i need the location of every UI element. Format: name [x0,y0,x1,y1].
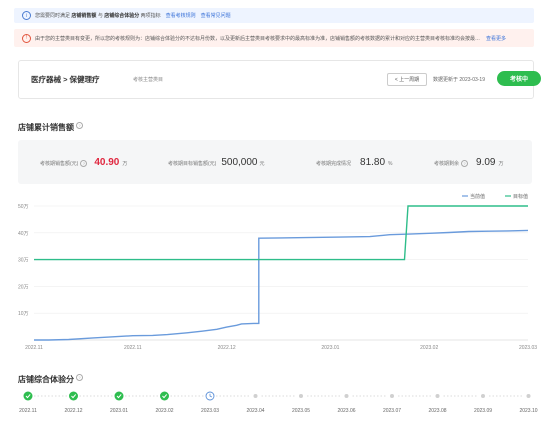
previous-period-button[interactable]: < 上一周期 [387,73,427,86]
legend-label: 目标值 [513,193,528,200]
chart-grid [34,205,528,341]
series-line-current [34,229,529,341]
x-tick-label: 2022.11 [25,345,43,351]
x-tick-label: 2023.01 [321,345,339,351]
warning-icon: ! [22,33,31,43]
x-axis-ticks: 2022.11 2022.11 2022.12 2023.01 2023.02 2023.… [25,345,537,351]
timeline-month-label: 2022.11 [19,408,37,414]
pending-dot [435,394,440,398]
category-path: 医疗器械 > 保健理疗 [31,75,100,84]
kpi-target: 考核期目标销售额(元) 500,000 元 [168,157,265,168]
status-badge: 考核中 [497,71,541,86]
sales-chart: 10万20万30万40万50万 2022.11 2022.11 2022.12 202… [18,193,537,351]
help-icon[interactable]: ? [461,160,469,167]
view-more-link[interactable]: 查看更多 [486,35,506,42]
x-tick-label: 2023.03 [519,345,537,351]
update-info: 数据更新于 2023-03-19 [433,77,485,83]
experience-timeline: 2022.11 2022.12 2023.01 2023.02 2023.03 2023.… [0,387,550,416]
view-rules-link[interactable]: 查看考核规则 [166,12,196,19]
kpi-remaining-value: 9.09 [476,157,496,168]
timeline-month-label: 2023.09 [474,408,492,414]
y-axis-ticks: 10万 20万 30万 40万 50万 [18,204,29,317]
chart-legend: 当前值 目标值 [462,193,528,200]
sales-section-title: 店铺累计销售额 [18,123,74,132]
category-bar: 医疗器械 > 保健理疗 考核主营类目 < 上一周期 数据更新于 2023-03-… [18,60,541,99]
category-sub-label: 考核主营类目 [133,77,164,83]
pending-dot [481,394,485,398]
y-tick-label: 10万 [18,311,29,317]
kpi-remaining: 考核期剩余? 9.09 万 [434,157,504,168]
timeline-month-label: 2023.08 [428,408,446,414]
y-tick-label: 30万 [18,258,29,264]
x-tick-label: 2022.11 [124,345,142,351]
timeline-month-label: 2022.12 [64,408,82,414]
check-icon [69,391,78,401]
legend-label: 当前值 [470,193,485,200]
pending-dot [526,394,531,398]
sales-section-header: 店铺累计销售额? [18,117,83,135]
check-icon [23,391,33,401]
x-tick-label: 2022.12 [218,345,236,351]
info-icon: i [22,11,31,20]
y-tick-label: 20万 [18,284,29,290]
timeline-month-label: 2023.06 [337,408,355,414]
timeline-month-label: 2023.04 [246,408,264,414]
kpi-completion: 考核期完成情况 81.80 % [316,157,393,168]
y-tick-label: 50万 [18,204,29,210]
warning-notice: ! 由于您的主营类目有变更，所以您的考核规则为：店铺综合体验分的不达标月份数，以… [14,29,534,47]
x-tick-label: 2023.02 [420,345,438,351]
kpi-sales: 考核期销售额(元)? 40.90 万 [40,157,128,168]
timeline-month-label: 2023.10 [519,408,537,414]
check-icon [160,391,169,401]
pending-dot [344,394,349,398]
timeline-track: 2022.11 2022.12 2023.01 2023.02 2023.03 2023.… [19,391,538,414]
timeline-month-label: 2023.05 [292,408,310,414]
kpi-summary: 考核期销售额(元)? 40.90 万 考核期目标销售额(元) 500,000 元… [18,140,532,184]
timeline-month-label: 2023.02 [155,408,173,414]
timeline-month-label: 2023.01 [110,408,128,414]
experience-section-title: 店铺综合体验分 [18,375,74,384]
kpi-completion-value: 81.80 [360,157,386,168]
info-notice: i 您需要同时满足 店铺销售额 与 店铺综合体验分 两项指标 查看考核规则 查看… [14,8,534,23]
pending-dot [253,394,258,398]
pending-dot [390,394,394,398]
update-date: 2023-03-19 [459,77,485,83]
chart-lines [34,205,529,341]
help-icon[interactable]: ? [76,374,83,382]
pending-dot [299,394,303,398]
timeline-month-label: 2023.03 [201,408,219,414]
info-text: 您需要同时满足 店铺销售额 与 店铺综合体验分 两项指标 [35,13,161,19]
warning-text: 由于您的主营类目有变更，所以您的考核规则为：店铺综合体验分的不达标月份数，以及更… [35,35,481,42]
help-icon[interactable]: ? [76,122,83,130]
y-tick-label: 40万 [18,231,29,237]
experience-section-header: 店铺综合体验分? [18,369,83,387]
timeline-month-label: 2023.07 [383,408,401,414]
help-icon[interactable]: ? [80,160,88,167]
view-faq-link[interactable]: 查看常见问题 [201,12,231,19]
kpi-sales-value: 40.90 [94,157,120,168]
check-icon [114,391,124,401]
kpi-target-value: 500,000 [221,157,258,168]
